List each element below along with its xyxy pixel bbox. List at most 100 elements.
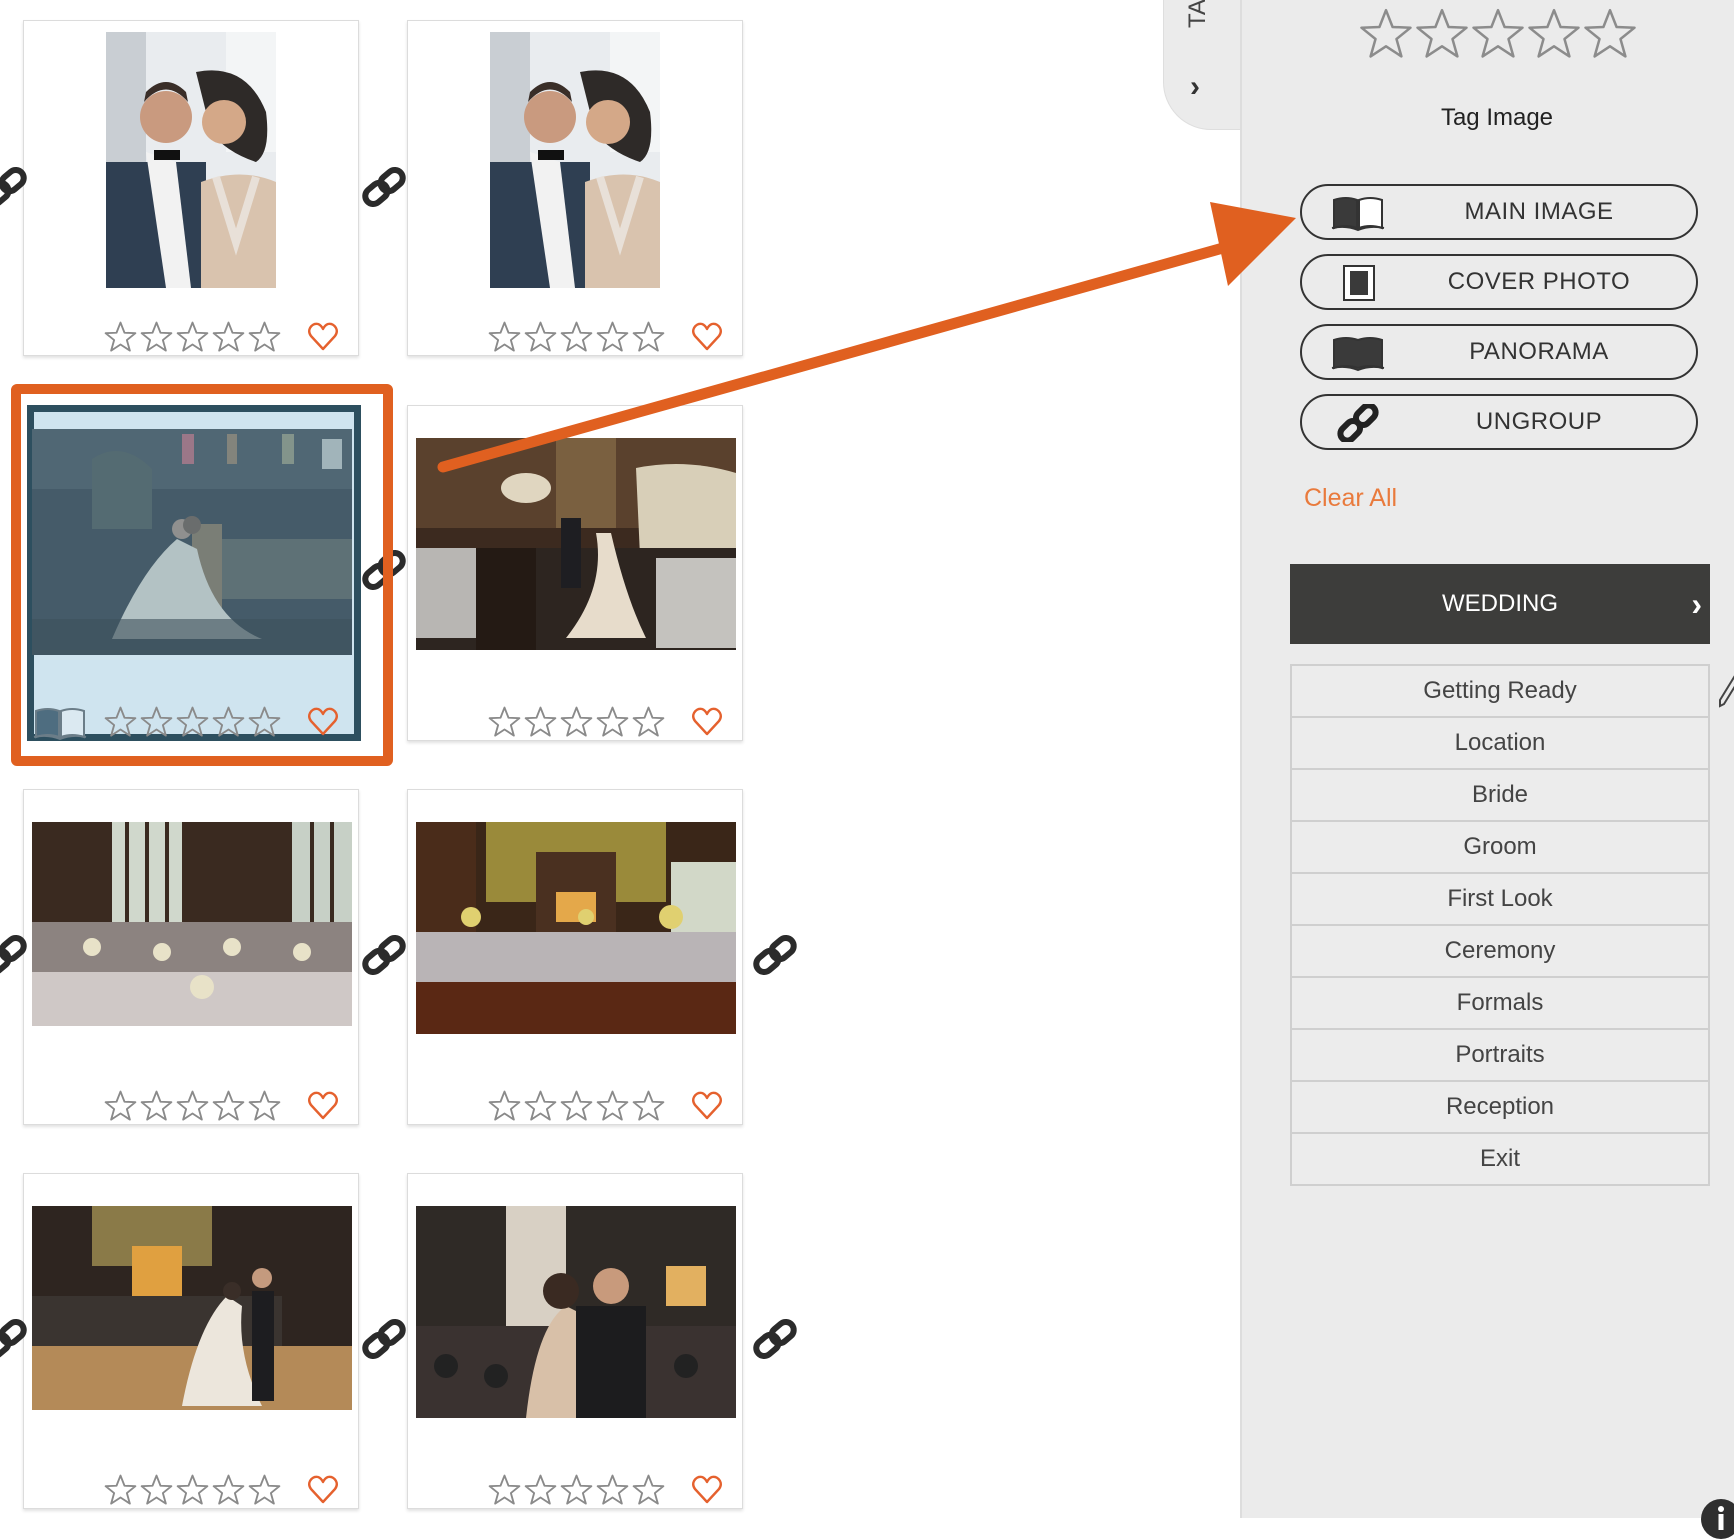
star-outline-icon[interactable]	[595, 1089, 630, 1123]
star-outline-icon[interactable]	[523, 1473, 558, 1507]
tag-image-title: Tag Image	[1440, 104, 1554, 131]
star-outline-icon[interactable]	[1470, 6, 1526, 62]
link-icon[interactable]	[750, 930, 800, 980]
star-outline-icon[interactable]	[631, 705, 666, 739]
star-outline-icon[interactable]	[247, 1473, 282, 1507]
rating-stars[interactable]	[103, 1473, 282, 1507]
star-outline-icon[interactable]	[1358, 6, 1414, 62]
panel-rating-stars[interactable]	[1358, 6, 1638, 62]
rating-stars[interactable]	[103, 1089, 282, 1123]
star-outline-icon[interactable]	[103, 320, 138, 354]
ungroup-button[interactable]: UNGROUP	[1300, 394, 1698, 450]
category-item[interactable]: Exit	[1292, 1134, 1708, 1184]
star-outline-icon[interactable]	[211, 1089, 246, 1123]
star-outline-icon[interactable]	[1526, 6, 1582, 62]
heart-icon[interactable]	[691, 321, 723, 353]
main-image-button[interactable]: MAIN IMAGE	[1300, 184, 1698, 240]
rating-stars[interactable]	[487, 320, 666, 354]
star-outline-icon[interactable]	[139, 1473, 174, 1507]
photo-thumbnail[interactable]	[416, 438, 736, 650]
star-outline-icon[interactable]	[595, 1473, 630, 1507]
heart-icon[interactable]	[307, 1090, 339, 1122]
photo-thumbnail[interactable]	[416, 1206, 736, 1418]
chevron-right-icon: ›	[1691, 586, 1702, 622]
star-outline-icon[interactable]	[559, 1089, 594, 1123]
star-outline-icon[interactable]	[631, 320, 666, 354]
category-item[interactable]: Portraits	[1292, 1030, 1708, 1082]
star-outline-icon[interactable]	[139, 320, 174, 354]
link-icon[interactable]	[0, 1314, 30, 1364]
heart-icon[interactable]	[691, 1090, 723, 1122]
rating-stars[interactable]	[103, 320, 282, 354]
star-outline-icon[interactable]	[631, 1473, 666, 1507]
star-outline-icon[interactable]	[103, 1089, 138, 1123]
photo-thumbnail[interactable]	[32, 1206, 352, 1410]
star-outline-icon[interactable]	[247, 1089, 282, 1123]
category-group-label: WEDDING	[1442, 590, 1558, 617]
link-icon[interactable]	[359, 1314, 409, 1364]
rating-stars[interactable]	[487, 1473, 666, 1507]
link-icon[interactable]	[359, 162, 409, 212]
star-outline-icon[interactable]	[523, 705, 558, 739]
star-outline-icon[interactable]	[175, 1089, 210, 1123]
main-image-label: MAIN IMAGE	[1464, 198, 1614, 225]
star-outline-icon[interactable]	[523, 320, 558, 354]
star-outline-icon[interactable]	[559, 705, 594, 739]
category-item[interactable]: Getting Ready	[1292, 666, 1708, 718]
star-outline-icon[interactable]	[487, 1473, 522, 1507]
star-outline-icon[interactable]	[175, 320, 210, 354]
rating-stars[interactable]	[487, 705, 666, 739]
star-outline-icon[interactable]	[1414, 6, 1470, 62]
category-item[interactable]: First Look	[1292, 874, 1708, 926]
star-outline-icon[interactable]	[487, 705, 522, 739]
heart-icon[interactable]	[691, 1474, 723, 1506]
panorama-button[interactable]: PANORAMA	[1300, 324, 1698, 380]
link-icon[interactable]	[0, 162, 30, 212]
category-item[interactable]: Location	[1292, 718, 1708, 770]
star-outline-icon[interactable]	[595, 705, 630, 739]
panel-tab-label: TA	[1184, 0, 1211, 28]
cover-photo-label: COVER PHOTO	[1447, 268, 1631, 295]
heart-icon[interactable]	[307, 321, 339, 353]
star-outline-icon[interactable]	[487, 1089, 522, 1123]
star-outline-icon[interactable]	[175, 1473, 210, 1507]
photo-thumbnail[interactable]	[32, 822, 352, 1026]
info-icon[interactable]	[1700, 1498, 1734, 1540]
category-item[interactable]: Ceremony	[1292, 926, 1708, 978]
star-outline-icon[interactable]	[559, 1473, 594, 1507]
category-group-header[interactable]: WEDDING ›	[1290, 564, 1710, 644]
star-outline-icon[interactable]	[139, 1089, 174, 1123]
rating-stars[interactable]	[487, 1089, 666, 1123]
cover-photo-button[interactable]: COVER PHOTO	[1300, 254, 1698, 310]
category-list: Getting Ready Location Bride Groom First Loo…	[1290, 664, 1710, 1186]
link-icon[interactable]	[750, 1314, 800, 1364]
category-item[interactable]: Reception	[1292, 1082, 1708, 1134]
category-item[interactable]: Formals	[1292, 978, 1708, 1030]
photo-thumbnail[interactable]	[490, 32, 660, 288]
clear-all-link[interactable]: Clear All	[1304, 484, 1397, 513]
star-outline-icon[interactable]	[523, 1089, 558, 1123]
pencil-icon[interactable]	[1718, 672, 1734, 708]
star-outline-icon[interactable]	[247, 320, 282, 354]
star-outline-icon[interactable]	[487, 320, 522, 354]
cover-photo-icon	[1343, 265, 1375, 301]
photo-thumbnail[interactable]	[416, 822, 736, 1034]
link-icon[interactable]	[359, 930, 409, 980]
panel-collapse-chevron-icon[interactable]: ›	[1190, 70, 1200, 104]
open-book-half-icon	[1331, 197, 1385, 232]
star-outline-icon[interactable]	[631, 1089, 666, 1123]
star-outline-icon[interactable]	[103, 1473, 138, 1507]
category-item[interactable]: Bride	[1292, 770, 1708, 822]
star-outline-icon[interactable]	[211, 1473, 246, 1507]
heart-icon[interactable]	[691, 706, 723, 738]
link-icon	[1337, 404, 1379, 442]
star-outline-icon[interactable]	[559, 320, 594, 354]
star-outline-icon[interactable]	[1582, 6, 1638, 62]
ungroup-label: UNGROUP	[1475, 408, 1603, 435]
photo-thumbnail[interactable]	[106, 32, 276, 288]
link-icon[interactable]	[0, 930, 30, 980]
heart-icon[interactable]	[307, 1474, 339, 1506]
star-outline-icon[interactable]	[211, 320, 246, 354]
category-item[interactable]: Groom	[1292, 822, 1708, 874]
star-outline-icon[interactable]	[595, 320, 630, 354]
